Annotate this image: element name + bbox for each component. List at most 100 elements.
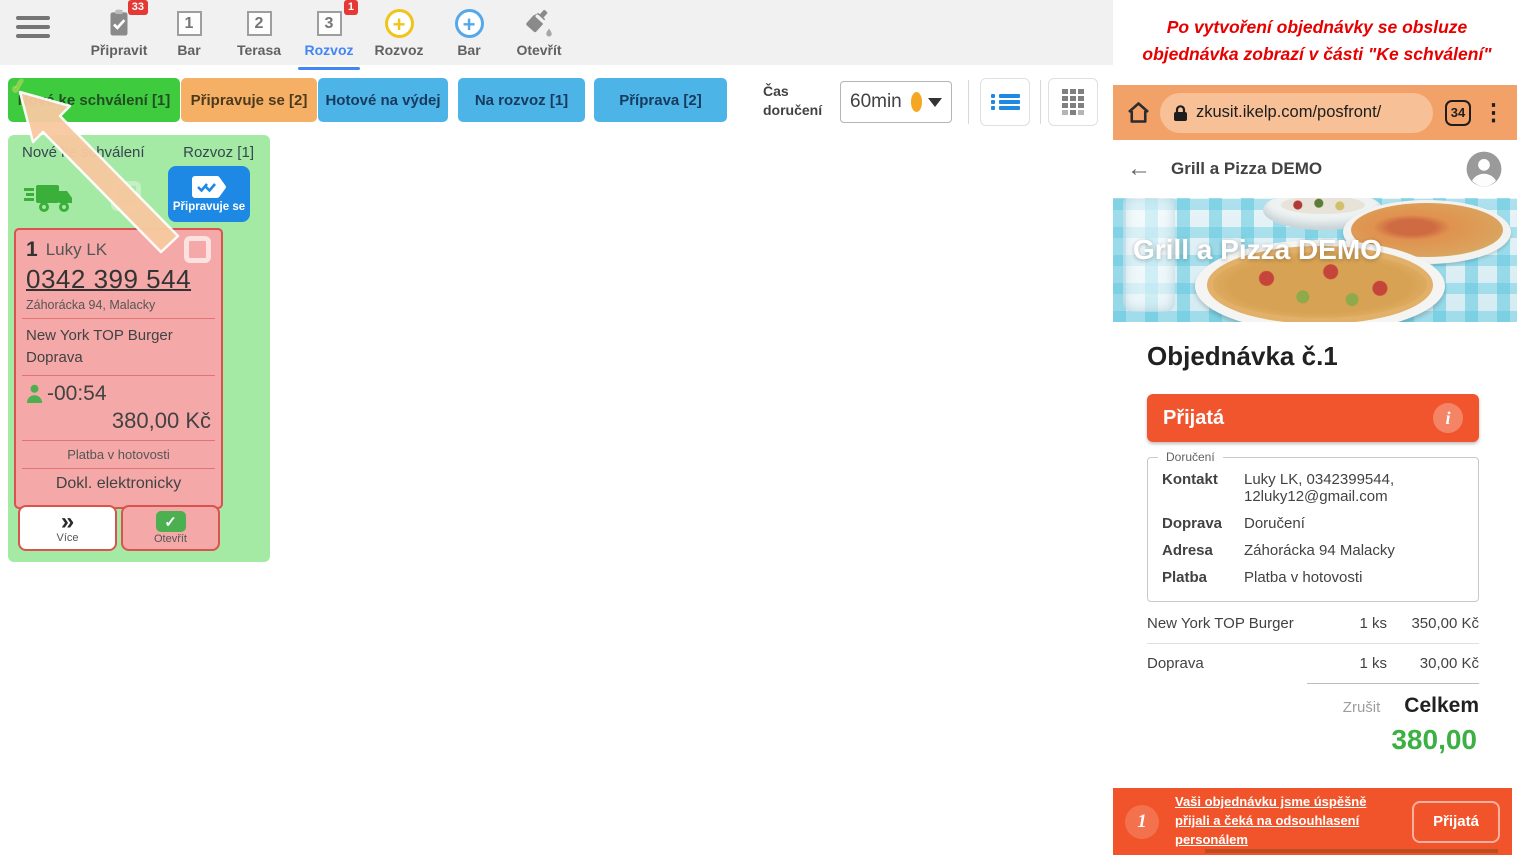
info-icon[interactable]: i <box>1433 403 1463 433</box>
select-all-checkbox[interactable] <box>111 181 141 211</box>
person-icon <box>26 384 43 403</box>
overflow-menu-icon[interactable]: ⋮ <box>1482 99 1505 126</box>
group-panel-category: Rozvoz [1] <box>183 144 254 161</box>
delivery-details-section: Doručení Kontakt Luky LK, 0342399544, 12… <box>1147 450 1479 602</box>
order-status-bar[interactable]: Přijatá i <box>1147 394 1479 442</box>
notification-message-link[interactable]: Vaši objednávku jsme úspěšně přijali a č… <box>1175 793 1371 850</box>
pripravuje-se-button[interactable]: Připravuje se <box>168 166 250 222</box>
toolbar-label: Bar <box>154 42 224 58</box>
mobile-preview: Po vytvoření objednávky se obsluze objed… <box>1113 0 1517 866</box>
mobile-app-header: ← Grill a Pizza DEMO <box>1113 140 1517 198</box>
detail-row-platba: Platba Platba v hotovosti <box>1148 564 1478 591</box>
toolbar-item-terasa[interactable]: 2 Terasa <box>224 6 294 62</box>
total-label: Celkem <box>1404 694 1479 718</box>
item-price: 30,00 Kč <box>1387 655 1479 672</box>
plus-circle-yellow-icon: + <box>385 9 414 38</box>
order-card[interactable]: 1 Luky LK 0342 399 544 Záhorácka 94, Mal… <box>14 228 223 509</box>
home-icon[interactable] <box>1125 99 1152 126</box>
order-status-tabs: Nové ke schválení [1] Připravuje se [2] … <box>8 78 727 122</box>
detail-label: Platba <box>1162 569 1244 586</box>
cancel-order-link[interactable]: Zrušit <box>1343 699 1381 716</box>
keypad-icon <box>1062 89 1084 115</box>
tab-hotove-na-vydej[interactable]: Hotové na výdej <box>318 78 448 122</box>
toolbar-item-bar-new[interactable]: + Bar <box>434 6 504 62</box>
notification-snackbar: 1 Vaši objednávku jsme úspěšně přijali a… <box>1113 788 1512 855</box>
bottle-icon <box>522 8 556 38</box>
list-view-button[interactable] <box>980 78 1030 126</box>
payment-method: Platba v hotovosti <box>26 447 211 462</box>
status-dot-icon <box>911 92 922 112</box>
url-text: zkusit.ikelp.com/posfront/ <box>1196 103 1381 122</box>
item-row: New York TOP Burger 1 ks 350,00 Kč <box>1147 604 1479 644</box>
screen: 33 Připravit 1 Bar 2 Terasa 3 1 Rozvoz <box>0 0 1517 866</box>
toolbar-label: Terasa <box>224 42 294 58</box>
lock-icon <box>1173 104 1188 122</box>
toolbar-label: Bar <box>434 42 504 58</box>
badge-rozvoz: 1 <box>344 0 358 15</box>
divider <box>22 468 215 469</box>
toolbar-item-bar1[interactable]: 1 Bar <box>154 6 224 62</box>
more-button[interactable]: » Více <box>18 505 117 551</box>
detail-value: Doručení <box>1244 515 1464 532</box>
restaurant-banner-image: Grill a Pizza DEMO <box>1113 198 1517 322</box>
detail-label: Adresa <box>1162 542 1244 559</box>
order-timer: -00:54 <box>47 382 107 406</box>
order-checkbox[interactable] <box>184 236 211 263</box>
corner-check-icon: ✓ <box>8 73 28 100</box>
keypad-view-button[interactable] <box>1048 78 1098 126</box>
delivery-time-label: Čas doručení <box>763 82 835 120</box>
open-button[interactable]: ✓ Otevřít <box>121 505 220 551</box>
avatar[interactable] <box>1465 150 1503 188</box>
notification-status-button[interactable]: Přijatá <box>1412 801 1500 843</box>
chevron-down-icon <box>928 98 942 107</box>
item-qty: 1 ks <box>1335 615 1387 632</box>
open-label: Otevřít <box>154 533 187 545</box>
top-toolbar: 33 Připravit 1 Bar 2 Terasa 3 1 Rozvoz <box>0 0 1128 65</box>
more-label: Více <box>56 532 78 544</box>
tab-nove-ke-schvaleni[interactable]: Nové ke schválení [1] <box>8 78 180 122</box>
toolbar-item-pripravit[interactable]: 33 Připravit <box>84 6 154 62</box>
detail-row-adresa: Adresa Záhorácka 94 Malacky <box>1148 537 1478 564</box>
hamburger-menu-icon[interactable] <box>16 16 50 43</box>
toolbar-label: Rozvoz <box>294 42 364 58</box>
toolbar-item-rozvoz-active[interactable]: 3 1 Rozvoz <box>294 6 364 62</box>
divider <box>1040 80 1041 124</box>
chevrons-right-icon: » <box>61 513 74 531</box>
notification-count-badge: 1 <box>1125 805 1159 839</box>
order-items-list: New York TOP Burger 1 ks 350,00 Kč Dopra… <box>1147 604 1479 684</box>
item-price: 350,00 Kč <box>1387 615 1479 632</box>
document-type: Dokl. elektronicky <box>26 475 211 493</box>
item-name: New York TOP Burger <box>1147 615 1335 632</box>
customer-phone-link[interactable]: 0342 399 544 <box>26 264 211 295</box>
group-panel-nove-ke-schvaleni: Nové ke schválení Rozvoz [1] Připravuje … <box>8 135 270 562</box>
detail-value: Luky LK, 0342399544, 12luky12@gmail.com <box>1244 471 1464 505</box>
section-legend: Doručení <box>1158 450 1223 464</box>
toolbar-item-otevrit[interactable]: Otevřít <box>504 6 574 62</box>
order-item: New York TOP Burger <box>26 325 211 347</box>
delivery-time-value: 60min <box>850 91 902 113</box>
order-status: Přijatá <box>1163 407 1224 430</box>
detail-label: Kontakt <box>1162 471 1244 505</box>
mobile-browser-bar: zkusit.ikelp.com/posfront/ 34 ⋮ <box>1113 85 1517 140</box>
detail-row-kontakt: Kontakt Luky LK, 0342399544, 12luky12@gm… <box>1148 466 1478 510</box>
table-number-icon: 2 <box>247 11 272 36</box>
tab-pripravuje-se[interactable]: Připravuje se [2] <box>181 78 317 122</box>
url-bar[interactable]: zkusit.ikelp.com/posfront/ <box>1160 93 1433 133</box>
tab-counter-button[interactable]: 34 <box>1445 100 1471 126</box>
order-page-title: Objednávka č.1 <box>1147 341 1338 372</box>
group-panel-title: Nové ke schválení <box>22 144 145 161</box>
tab-na-rozvoz[interactable]: Na rozvoz [1] <box>458 78 585 122</box>
delivery-time-select[interactable]: 60min <box>840 81 952 123</box>
banner-title: Grill a Pizza DEMO <box>1133 234 1382 266</box>
toolbar-label: Připravit <box>84 42 154 58</box>
check-tag-icon: ✓ <box>156 511 186 532</box>
table-number-icon: 3 <box>317 11 342 36</box>
plus-circle-blue-icon: + <box>455 9 484 38</box>
divider <box>22 318 215 319</box>
tab-priprava[interactable]: Příprava [2] <box>594 78 727 122</box>
order-number: 1 <box>26 238 38 262</box>
order-total: 380,00 Kč <box>26 408 211 434</box>
list-icon <box>991 92 1020 112</box>
back-arrow-icon[interactable]: ← <box>1127 155 1151 183</box>
toolbar-item-rozvoz-new[interactable]: + Rozvoz <box>364 6 434 62</box>
